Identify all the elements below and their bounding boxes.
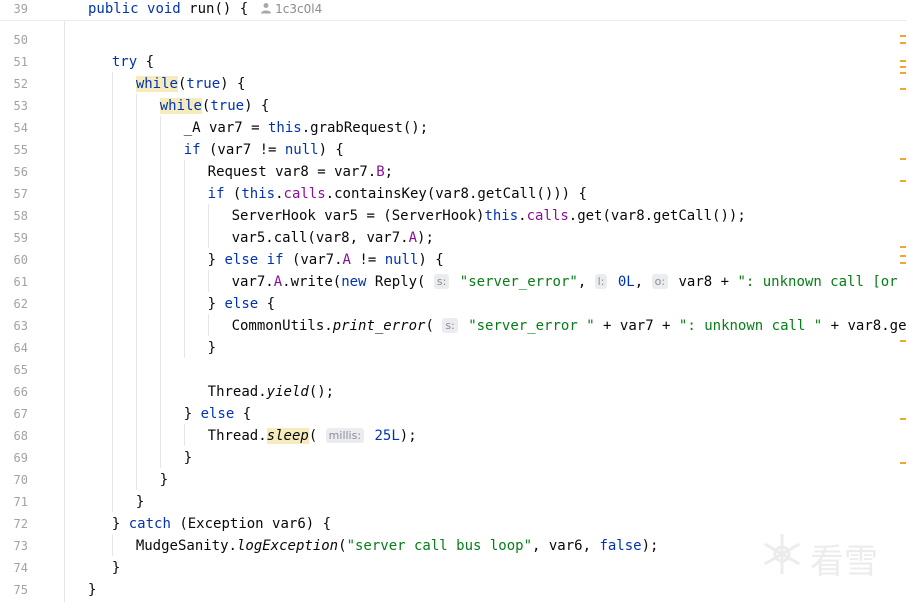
indent-guide xyxy=(208,270,209,292)
code-line[interactable]: if (var7 != null) { xyxy=(184,139,344,161)
code-line[interactable]: CommonUtils.print_error( s: "server_erro… xyxy=(232,315,907,337)
indent-guide xyxy=(64,20,65,602)
warning-marker[interactable] xyxy=(900,88,906,90)
line-number[interactable]: 67 xyxy=(0,407,28,421)
sticky-code-text: public void run() { xyxy=(88,1,249,17)
warning-marker[interactable] xyxy=(900,262,906,264)
warning-marker[interactable] xyxy=(900,180,906,182)
code-editor[interactable]: 50 51 52 53 54 55 56 57 58 59 60 61 62 63 64 65 66 67 68 69… xyxy=(0,0,907,602)
warning-marker[interactable] xyxy=(900,158,906,160)
code-line[interactable]: } else if (var7.A != null) { xyxy=(208,249,444,271)
line-number[interactable]: 64 xyxy=(0,341,28,355)
code-line[interactable]: try { xyxy=(112,51,154,73)
warning-marker[interactable] xyxy=(900,72,906,74)
indent-guide xyxy=(112,534,113,556)
code-line[interactable]: Thread.yield(); xyxy=(208,381,334,403)
code-line[interactable]: Request var8 = var7.B; xyxy=(208,161,393,183)
indent-guide xyxy=(160,116,161,468)
line-number[interactable]: 73 xyxy=(0,539,28,553)
indent-guide xyxy=(112,72,113,512)
line-number[interactable]: 70 xyxy=(0,473,28,487)
warning-marker[interactable] xyxy=(900,66,906,68)
line-number[interactable]: 75 xyxy=(0,583,28,597)
line-number[interactable]: 63 xyxy=(0,319,28,333)
indent-guide xyxy=(208,314,209,336)
code-line[interactable]: var7.A.write(new Reply( s: "server_error… xyxy=(232,271,907,293)
code-line[interactable]: } xyxy=(184,447,192,469)
indent-guide xyxy=(184,160,185,358)
line-number[interactable]: 52 xyxy=(0,77,28,91)
line-number[interactable]: 51 xyxy=(0,55,28,69)
code-line[interactable]: Thread.sleep( millis: 25L); xyxy=(208,425,417,447)
person-icon xyxy=(261,3,272,14)
warning-marker[interactable] xyxy=(900,35,906,37)
sticky-method-header[interactable]: 39 public void run() { 1c3c0l4 xyxy=(0,0,907,21)
code-line[interactable]: var5.call(var8, var7.A); xyxy=(232,227,434,249)
line-number[interactable]: 53 xyxy=(0,99,28,113)
line-number[interactable]: 69 xyxy=(0,451,28,465)
line-number[interactable]: 54 xyxy=(0,121,28,135)
code-line[interactable]: } else { xyxy=(184,403,251,425)
warning-marker[interactable] xyxy=(900,42,906,44)
code-line[interactable]: } xyxy=(88,579,96,601)
line-number[interactable]: 62 xyxy=(0,297,28,311)
code-line[interactable]: } else { xyxy=(208,293,275,315)
line-number[interactable]: 66 xyxy=(0,385,28,399)
code-line[interactable]: while(true) { xyxy=(159,95,269,117)
code-line[interactable]: } xyxy=(136,491,144,513)
code-line[interactable]: ServerHook var5 = (ServerHook)this.calls… xyxy=(232,205,746,227)
line-number[interactable]: 61 xyxy=(0,275,28,289)
code-line[interactable]: _A var7 = this.grabRequest(); xyxy=(184,117,428,139)
warning-marker[interactable] xyxy=(900,255,906,257)
warning-marker[interactable] xyxy=(900,462,906,464)
code-line[interactable]: } catch (Exception var6) { xyxy=(112,513,331,535)
watermark-logo: 看雪 xyxy=(758,530,888,582)
watermark-text: 看雪 xyxy=(810,542,878,582)
snowflake-icon xyxy=(763,534,801,574)
line-number[interactable]: 58 xyxy=(0,209,28,223)
line-number[interactable]: 57 xyxy=(0,187,28,201)
line-number[interactable]: 55 xyxy=(0,143,28,157)
line-number[interactable]: 59 xyxy=(0,231,28,245)
line-number[interactable]: 72 xyxy=(0,517,28,531)
line-number[interactable]: 71 xyxy=(0,495,28,509)
line-number[interactable]: 50 xyxy=(0,33,28,47)
indent-guide xyxy=(184,424,185,446)
code-line[interactable]: } xyxy=(208,337,216,359)
indent-guide xyxy=(208,204,209,248)
code-line[interactable]: while(true) { xyxy=(135,73,245,95)
sticky-code: public void run() { 1c3c0l4 xyxy=(88,0,322,20)
line-number[interactable]: 60 xyxy=(0,253,28,267)
code-line[interactable]: if (this.calls.containsKey(var8.getCall(… xyxy=(208,183,587,205)
author-name: 1c3c0l4 xyxy=(275,2,323,16)
warning-marker[interactable] xyxy=(900,340,906,342)
code-line[interactable]: } xyxy=(160,469,168,491)
code-line[interactable]: MudgeSanity.logException("server call bu… xyxy=(136,535,659,557)
warning-marker[interactable] xyxy=(900,246,906,248)
author-annotation[interactable]: 1c3c0l4 xyxy=(260,2,322,16)
warning-marker[interactable] xyxy=(900,418,906,420)
warning-marker[interactable] xyxy=(900,60,906,62)
sticky-line-number: 39 xyxy=(13,2,28,16)
indent-guide xyxy=(136,94,137,490)
line-number[interactable]: 68 xyxy=(0,429,28,443)
line-number[interactable]: 65 xyxy=(0,363,28,377)
line-number[interactable]: 56 xyxy=(0,165,28,179)
code-line[interactable]: } xyxy=(112,557,120,579)
line-number[interactable]: 74 xyxy=(0,561,28,575)
